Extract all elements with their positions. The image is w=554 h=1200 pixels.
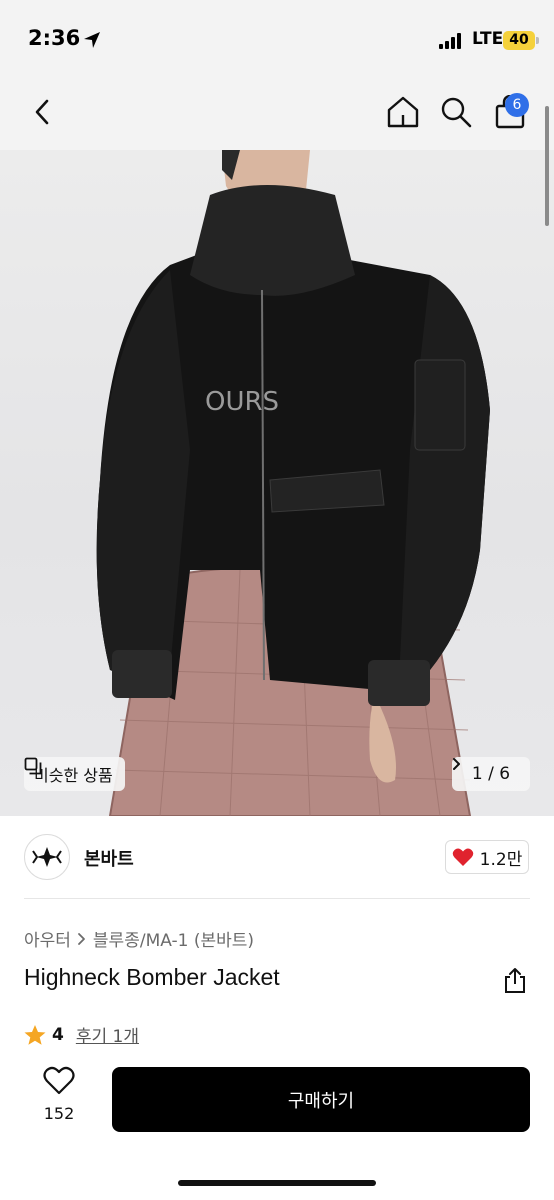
breadcrumb-item-subcategory[interactable]: 블루종/MA-1 (본바트) — [93, 926, 254, 951]
heart-filled-icon — [452, 848, 473, 866]
top-nav: 6 — [0, 80, 554, 150]
battery-tip — [536, 37, 539, 44]
back-button[interactable] — [22, 92, 62, 132]
store-logo[interactable] — [24, 834, 70, 880]
share-icon — [505, 968, 525, 993]
search-icon — [441, 97, 472, 128]
product-image[interactable]: OURS 비슷한 상품 1 / 6 — [0, 150, 554, 816]
store-logo-emblem — [32, 847, 62, 867]
battery-level: 40 — [503, 31, 535, 50]
store-like-button[interactable]: 1.2만 — [445, 840, 529, 874]
network-label: LTE — [472, 29, 504, 49]
breadcrumb: 아우터 블루종/MA-1 (본바트) — [24, 926, 254, 951]
location-arrow-icon — [84, 32, 100, 48]
similar-items-icon — [24, 757, 42, 775]
rating-row: 4 후기 1개 — [24, 1022, 139, 1047]
star-icon — [24, 1024, 46, 1045]
page-counter-text: 1 / 6 — [471, 764, 511, 784]
heart-outline-icon — [43, 1066, 75, 1095]
status-bar: 2:36 LTE 40 — [0, 0, 554, 80]
chevron-right-icon — [453, 758, 460, 770]
jacket-photo: OURS — [96, 150, 491, 816]
review-count-link[interactable]: 후기 1개 — [76, 1022, 139, 1047]
search-button[interactable] — [436, 92, 476, 132]
home-icon — [387, 96, 419, 128]
scroll-indicator[interactable] — [545, 106, 549, 226]
home-indicator[interactable] — [178, 1180, 376, 1186]
breadcrumb-chevron-icon — [78, 932, 85, 945]
status-time: 2:36 — [28, 26, 81, 50]
share-button[interactable] — [502, 966, 528, 994]
divider — [24, 898, 530, 899]
similar-products-label: 비슷한 상품 — [34, 766, 113, 785]
svg-text:OURS: OURS — [205, 387, 279, 417]
cart-count-badge: 6 — [505, 93, 529, 117]
signal-bars-icon — [439, 33, 461, 49]
breadcrumb-item-category[interactable]: 아우터 — [24, 926, 71, 951]
rating-value: 4 — [52, 1024, 64, 1045]
similar-products-button[interactable]: 비슷한 상품 — [24, 757, 125, 791]
back-chevron-icon — [35, 99, 49, 125]
home-button[interactable] — [383, 92, 423, 132]
store-name[interactable]: 본바트 — [84, 845, 134, 871]
store-row: 본바트 1.2만 — [0, 816, 554, 898]
wishlist-count: 152 — [43, 1104, 75, 1123]
store-like-count: 1.2만 — [479, 849, 523, 870]
buy-button[interactable]: 구매하기 — [112, 1067, 530, 1132]
product-title: Highneck Bomber Jacket — [24, 964, 280, 990]
image-page-counter[interactable]: 1 / 6 — [452, 757, 530, 791]
